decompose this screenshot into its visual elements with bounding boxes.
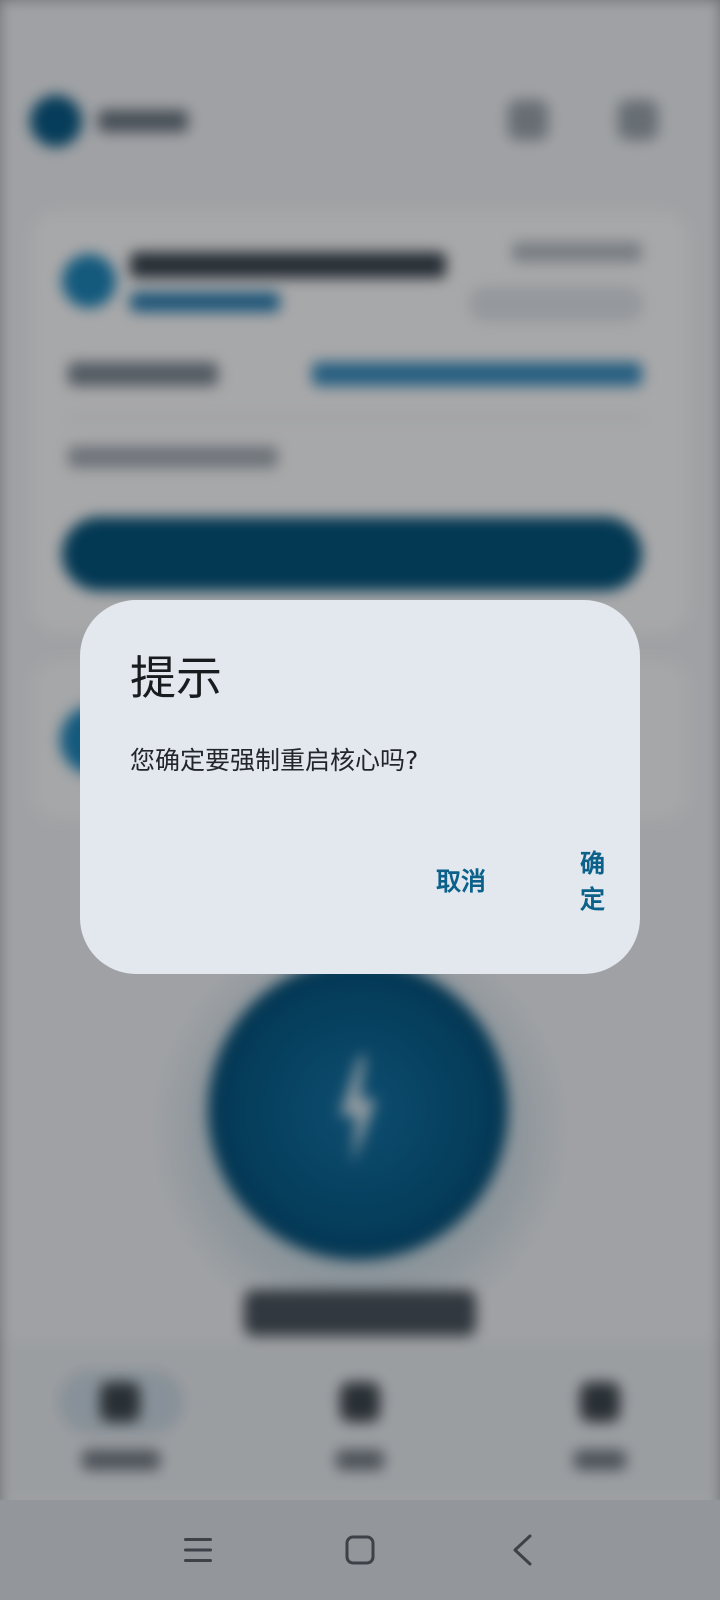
confirm-button[interactable]: 确定 — [558, 849, 640, 914]
confirm-dialog: 提示 您确定要强制重启核心吗? 取消 确定 — [80, 600, 640, 974]
cancel-button[interactable]: 取消 — [414, 852, 508, 908]
home-button[interactable] — [330, 1520, 390, 1580]
recents-button[interactable] — [168, 1520, 228, 1580]
recents-menu-icon — [184, 1538, 212, 1562]
dialog-message: 您确定要强制重启核心吗? — [130, 746, 419, 775]
dialog-title: 提示 — [130, 651, 222, 705]
system-navigation-bar — [0, 1500, 720, 1600]
home-square-icon — [345, 1535, 375, 1565]
back-button[interactable] — [492, 1520, 552, 1580]
back-chevron-icon — [513, 1534, 532, 1566]
